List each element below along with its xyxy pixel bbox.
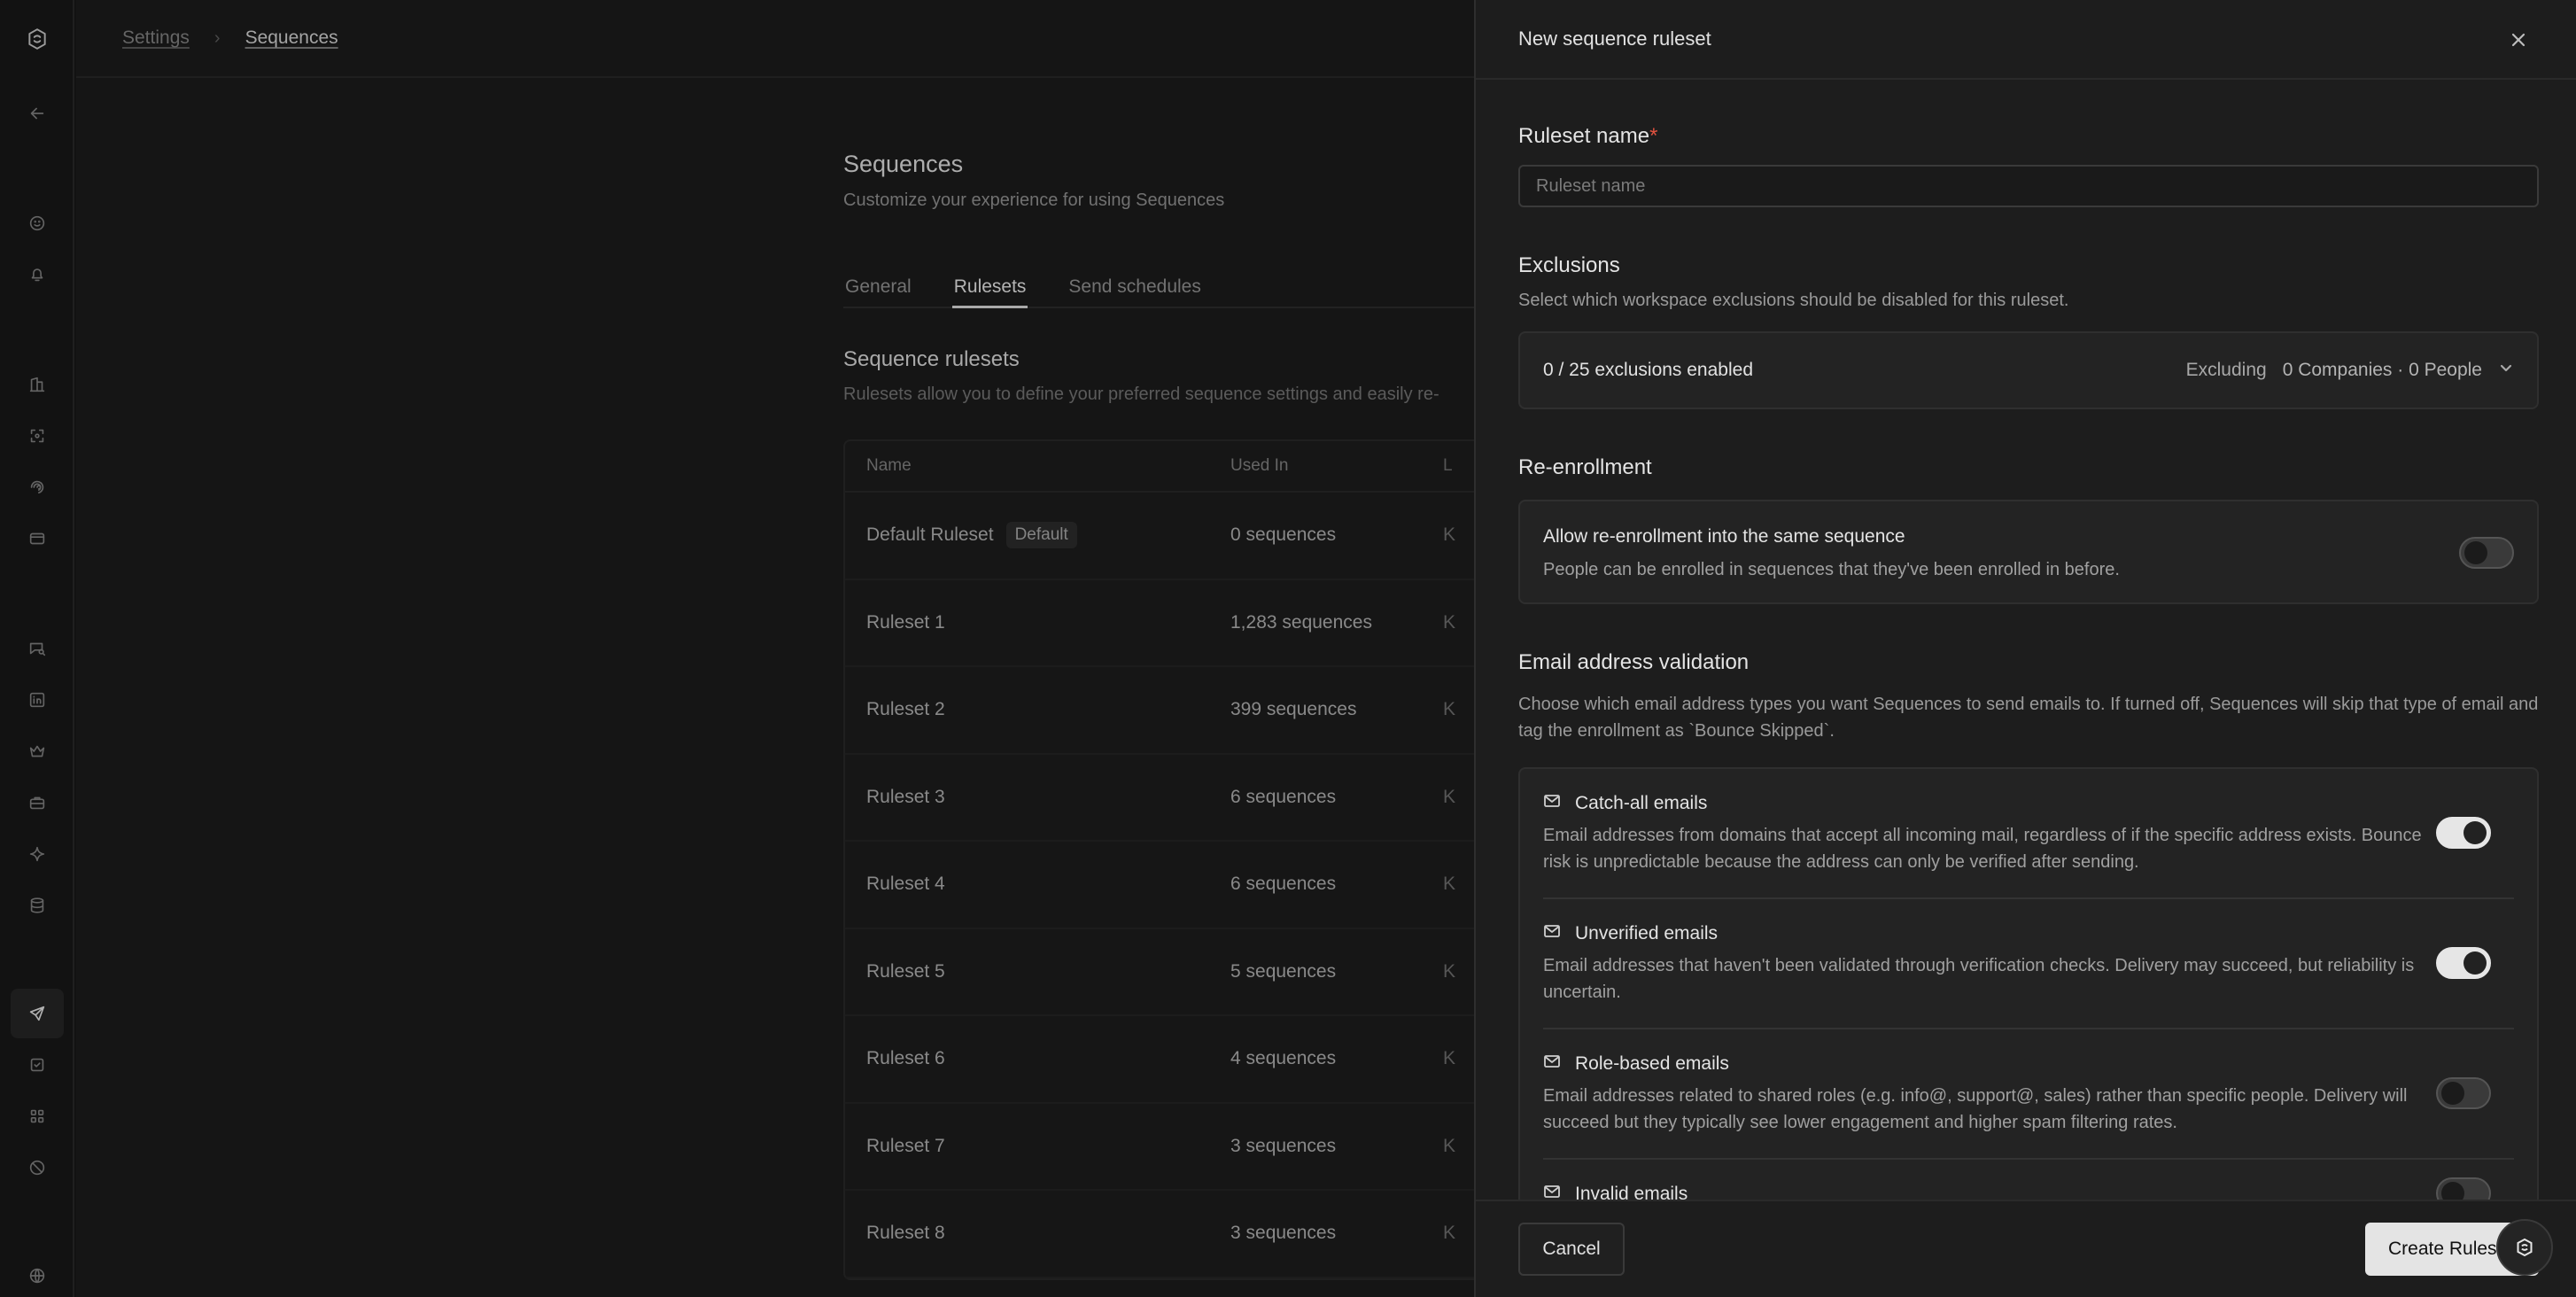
- reenrollment-box: Allow re-enrollment into the same sequen…: [1518, 500, 2539, 604]
- item-title: Unverified emails: [1575, 923, 1719, 944]
- validation-description: Choose which email address types you wan…: [1518, 695, 2539, 741]
- unverified-toggle[interactable]: [2436, 947, 2491, 979]
- required-mark: *: [1649, 124, 1658, 148]
- panel-footer: Cancel Create Ruleset: [1476, 1200, 2576, 1297]
- reenrollment-item-desc: People can be enrolled in sequences that…: [1543, 560, 2120, 579]
- exclusions-summary: 0 / 25 exclusions enabled: [1543, 360, 1753, 380]
- close-icon[interactable]: [2507, 28, 2530, 51]
- exclusions-title: Exclusions: [1518, 253, 1620, 277]
- help-logo-icon[interactable]: [2496, 1219, 2553, 1276]
- reenrollment-title: Re-enrollment: [1518, 455, 1652, 479]
- modal-scrim[interactable]: [0, 0, 1474, 1297]
- reenrollment-item-title: Allow re-enrollment into the same sequen…: [1543, 526, 1905, 547]
- invalid-toggle[interactable]: [2436, 1177, 2491, 1200]
- validation-item-role-based: Role-based emails Email addresses relate…: [1543, 1029, 2514, 1160]
- ruleset-name-label-text: Ruleset name: [1518, 124, 1650, 148]
- toggle-knob: [2463, 821, 2487, 844]
- mail-icon: [1543, 792, 1561, 815]
- toggle-knob: [2441, 1182, 2464, 1200]
- excluding-label: Excluding: [2185, 360, 2267, 380]
- excluding-dropdown[interactable]: Excluding 0 Companies · 0 People: [2186, 360, 2514, 381]
- item-desc: Email addresses that haven't been valida…: [1543, 956, 2415, 1002]
- ruleset-name-label: Ruleset name*: [1518, 124, 1657, 149]
- item-desc: Email addresses from domains that accept…: [1543, 826, 2422, 872]
- validation-item-invalid: Invalid emails: [1543, 1160, 2514, 1200]
- excluding-counts: 0 Companies · 0 People: [2282, 360, 2482, 380]
- cancel-button[interactable]: Cancel: [1518, 1223, 1625, 1276]
- chevron-down-icon: [2498, 360, 2514, 381]
- app-root: Settings › Sequences Sequences Customize…: [0, 0, 2576, 1297]
- panel-body[interactable]: Ruleset name* Exclusions Select which wo…: [1518, 80, 2539, 1200]
- mail-icon: [1543, 922, 1561, 945]
- toggle-knob: [2464, 541, 2487, 564]
- item-title: Catch-all emails: [1575, 793, 1708, 813]
- new-ruleset-panel: New sequence ruleset Ruleset name* Exclu…: [1474, 0, 2576, 1297]
- validation-item-catch-all: Catch-all emails Email addresses from do…: [1543, 769, 2514, 899]
- ruleset-name-input[interactable]: [1518, 165, 2539, 207]
- item-title: Invalid emails: [1575, 1184, 1688, 1200]
- catch-all-toggle[interactable]: [2436, 817, 2491, 849]
- validation-item-unverified: Unverified emails Email addresses that h…: [1543, 899, 2514, 1029]
- panel-header: New sequence ruleset: [1476, 0, 2576, 80]
- mail-icon: [1543, 1052, 1561, 1076]
- item-desc: Email addresses related to shared roles …: [1543, 1086, 2408, 1132]
- panel-title: New sequence ruleset: [1518, 27, 1711, 50]
- exclusions-selector[interactable]: 0 / 25 exclusions enabled Excluding 0 Co…: [1518, 331, 2539, 409]
- toggle-knob: [2463, 951, 2487, 975]
- validation-list: Catch-all emails Email addresses from do…: [1518, 767, 2539, 1200]
- exclusions-description: Select which workspace exclusions should…: [1518, 291, 2069, 310]
- toggle-knob: [2441, 1082, 2464, 1105]
- item-title: Role-based emails: [1575, 1053, 1729, 1074]
- mail-icon: [1543, 1183, 1561, 1200]
- reenrollment-toggle[interactable]: [2459, 537, 2514, 569]
- role-based-toggle[interactable]: [2436, 1077, 2491, 1109]
- validation-title: Email address validation: [1518, 650, 1750, 674]
